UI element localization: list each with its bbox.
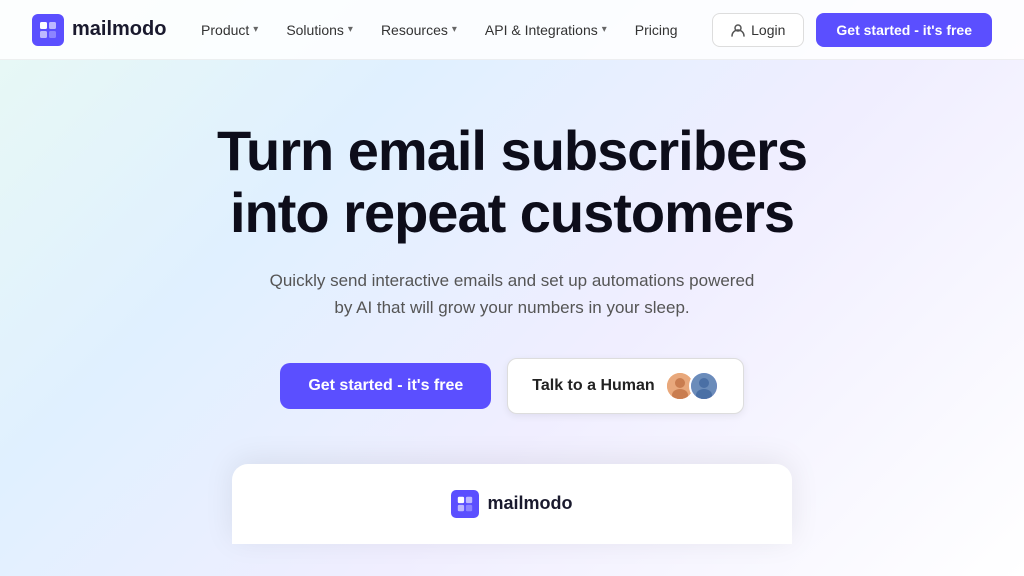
bottom-preview: mailmodo (0, 464, 1024, 544)
chevron-down-icon: ▾ (602, 24, 607, 35)
logo-text: mailmodo (72, 18, 166, 41)
chevron-down-icon: ▾ (348, 24, 353, 35)
logo-icon (32, 14, 64, 46)
nav-item-pricing[interactable]: Pricing (623, 16, 690, 44)
get-started-nav-button[interactable]: Get started - it's free (816, 13, 992, 47)
preview-logo-icon (451, 490, 479, 518)
hero-subtitle: Quickly send interactive emails and set … (262, 267, 762, 321)
nav-link-resources[interactable]: Resources ▾ (369, 16, 469, 44)
nav-link-solutions[interactable]: Solutions ▾ (274, 16, 365, 44)
nav-item-resources[interactable]: Resources ▾ (369, 16, 469, 44)
preview-card: mailmodo (232, 464, 792, 544)
hero-title: Turn email subscribers into repeat custo… (217, 120, 807, 243)
hero-buttons: Get started - it's free Talk to a Human (280, 358, 743, 414)
nav-link-api[interactable]: API & Integrations ▾ (473, 16, 619, 44)
nav-item-solutions[interactable]: Solutions ▾ (274, 16, 365, 44)
chevron-down-icon: ▾ (452, 24, 457, 35)
user-icon (731, 23, 745, 37)
talk-to-human-button[interactable]: Talk to a Human (507, 358, 743, 414)
login-button[interactable]: Login (712, 13, 804, 47)
preview-logo-text: mailmodo (487, 493, 572, 514)
get-started-hero-button[interactable]: Get started - it's free (280, 363, 491, 409)
nav-item-product[interactable]: Product ▾ (189, 16, 270, 44)
nav-actions: Login Get started - it's free (712, 13, 992, 47)
nav-links: Product ▾ Solutions ▾ Resources ▾ API & … (189, 16, 690, 44)
nav-link-pricing[interactable]: Pricing (623, 16, 690, 44)
hero-section: Turn email subscribers into repeat custo… (0, 60, 1024, 454)
avatar-2 (689, 371, 719, 401)
chevron-down-icon: ▾ (253, 24, 258, 35)
nav-item-api[interactable]: API & Integrations ▾ (473, 16, 619, 44)
nav-link-product[interactable]: Product ▾ (189, 16, 270, 44)
avatar-face-2 (691, 373, 717, 399)
logo[interactable]: mailmodo (32, 14, 166, 46)
navbar: mailmodo Product ▾ Solutions ▾ Resources… (0, 0, 1024, 60)
avatar-group (665, 371, 719, 401)
